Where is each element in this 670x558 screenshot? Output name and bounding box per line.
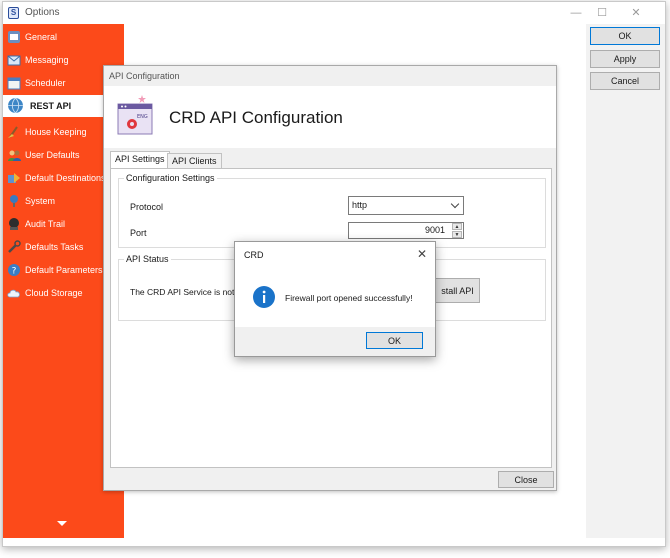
port-spinner[interactable]: 9001 ▲ ▼ [348, 222, 464, 239]
minimize-icon[interactable]: — [562, 5, 590, 21]
dialog-message: Firewall port opened successfully! [285, 293, 413, 303]
api-configuration-header: ENG CRD API Configuration [104, 86, 556, 148]
maximize-icon[interactable]: ☐ [588, 5, 616, 21]
protocol-label: Protocol [130, 202, 164, 212]
broom-icon [8, 126, 18, 138]
audit-icon [9, 218, 19, 230]
crd-app-icon: S [8, 7, 19, 19]
svg-text:?: ? [12, 267, 17, 277]
destinations-icon [8, 173, 20, 183]
cloud-icon [7, 289, 20, 298]
sidebar-item-label: User Defaults [25, 150, 80, 160]
dialog-ok-button[interactable]: OK [366, 332, 423, 349]
window-title: Options [25, 7, 60, 18]
apply-button[interactable]: Apply [590, 50, 660, 68]
sidebar-item-general[interactable]: General [3, 26, 124, 48]
dialog-close-icon[interactable]: ✕ [417, 247, 427, 261]
sidebar-item-label: Cloud Storage [25, 288, 83, 298]
dialog-title: CRD [244, 250, 264, 260]
chevron-down-icon [450, 199, 460, 209]
protocol-value: http [352, 200, 368, 210]
sidebar-item-label: General [25, 32, 58, 42]
sidebar-item-label: Default Destinations [25, 173, 106, 183]
help-icon: ? [8, 264, 20, 277]
tab-api-settings[interactable]: API Settings [110, 151, 170, 169]
spin-down-icon[interactable]: ▼ [452, 231, 462, 238]
close-icon[interactable]: ✕ [622, 5, 650, 21]
cancel-button[interactable]: Cancel [590, 72, 660, 90]
globe-icon [8, 97, 23, 114]
svg-text:ENG: ENG [137, 114, 148, 120]
info-icon [253, 286, 275, 308]
sidebar-item-label: System [25, 196, 56, 206]
dialog-footer: OK [235, 327, 435, 356]
api-configuration-heading: CRD API Configuration [169, 108, 343, 127]
action-panel: OK Apply Cancel [586, 24, 665, 538]
api-status-legend: API Status [124, 254, 171, 264]
sidebar-item-label: House Keeping [25, 127, 87, 137]
close-button[interactable]: Close [498, 471, 554, 488]
users-icon [8, 150, 21, 161]
sidebar-scroll-down-icon[interactable] [57, 521, 67, 526]
message-dialog: CRD ✕ Firewall port opened successfully!… [234, 241, 436, 357]
port-value: 9001 [424, 225, 445, 235]
sidebar-item-label: REST API [30, 101, 72, 111]
api-configuration-title: API Configuration [109, 71, 180, 81]
tab-api-clients[interactable]: API Clients [167, 153, 222, 169]
messaging-icon [7, 55, 21, 66]
sidebar-item-label: Default Parameters [25, 265, 103, 275]
sidebar-item-label: Scheduler [25, 78, 66, 88]
api-status-text: The CRD API Service is not ru [130, 287, 245, 297]
title-bar[interactable]: S Options — ☐ ✕ [3, 2, 665, 24]
sidebar-item-label: Messaging [25, 55, 69, 65]
scheduler-icon [7, 77, 21, 90]
ok-button[interactable]: OK [590, 27, 660, 45]
sidebar-item-label: Audit Trail [25, 219, 66, 229]
install-api-button[interactable]: stall API [435, 278, 480, 303]
protocol-select[interactable]: http [348, 196, 464, 215]
port-label: Port [130, 228, 147, 238]
configuration-settings-group: Configuration Settings Protocol http Por… [118, 173, 546, 248]
wrench-icon [8, 240, 21, 253]
sidebar-item-label: Defaults Tasks [25, 242, 84, 252]
api-config-logo-icon: ENG [117, 95, 153, 135]
spin-up-icon[interactable]: ▲ [452, 223, 462, 230]
general-icon [8, 31, 20, 43]
configuration-settings-legend: Configuration Settings [124, 173, 217, 183]
system-icon [10, 195, 18, 207]
